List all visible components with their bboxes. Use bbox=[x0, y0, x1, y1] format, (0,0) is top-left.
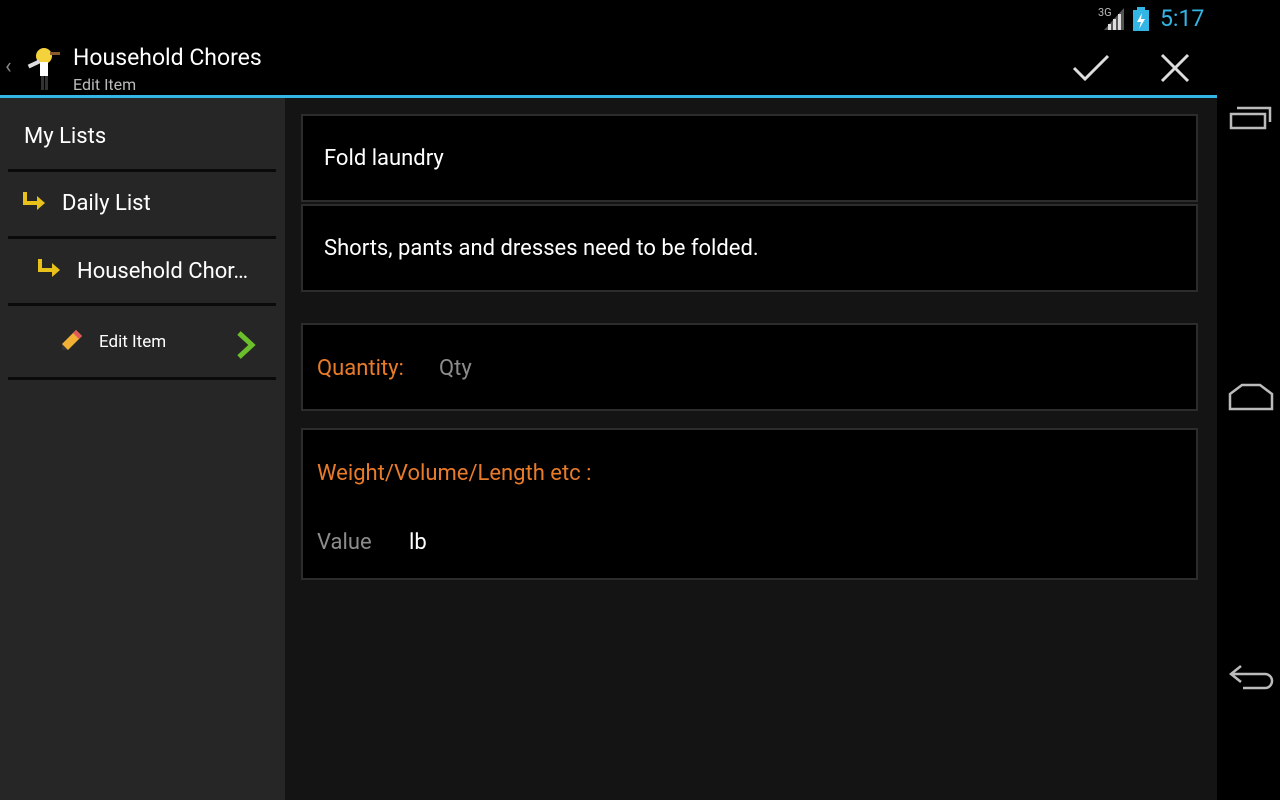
close-icon bbox=[1160, 53, 1190, 83]
up-caret-icon: ‹ bbox=[5, 54, 12, 79]
clock: 5:17 bbox=[1160, 5, 1205, 32]
sidebar-item-label: Daily List bbox=[62, 191, 151, 216]
item-name-value: Fold laundry bbox=[324, 146, 444, 171]
sidebar-item-household-chores[interactable]: Household Chor… bbox=[8, 239, 276, 306]
quantity-placeholder: Qty bbox=[439, 356, 472, 381]
measure-label: Weight/Volume/Length etc : bbox=[317, 461, 592, 486]
checkmark-icon bbox=[1072, 54, 1110, 82]
home-button[interactable] bbox=[1228, 382, 1274, 412]
system-nav-bar bbox=[1217, 0, 1280, 800]
value-placeholder: Value bbox=[317, 530, 372, 555]
page-title: Household Chores bbox=[73, 44, 262, 71]
sidebar-item-daily-list[interactable]: Daily List bbox=[8, 172, 276, 239]
item-notes-value: Shorts, pants and dresses need to be fol… bbox=[324, 236, 759, 261]
action-bar: ‹ Household Chores Edit Item bbox=[0, 38, 1217, 98]
quantity-input[interactable]: Qty bbox=[437, 333, 1177, 403]
unit-value: lb bbox=[409, 530, 427, 555]
app-logo-icon bbox=[27, 48, 60, 90]
sidebar-item-edit-item[interactable]: Edit Item bbox=[8, 306, 276, 380]
quantity-row: Quantity: Qty bbox=[301, 323, 1198, 411]
battery-charging-icon bbox=[1133, 7, 1149, 31]
save-button[interactable] bbox=[1070, 50, 1112, 86]
item-notes-field[interactable]: Shorts, pants and dresses need to be fol… bbox=[301, 204, 1198, 292]
chevron-right-icon bbox=[237, 331, 256, 359]
quantity-label: Quantity: bbox=[317, 356, 404, 381]
sidebar-item-label: Edit Item bbox=[99, 332, 167, 352]
recent-apps-button[interactable] bbox=[1228, 104, 1272, 132]
measure-row: Weight/Volume/Length etc : Value lb bbox=[301, 428, 1198, 580]
page-subtitle: Edit Item bbox=[73, 75, 137, 94]
edit-item-form: Fold laundry Shorts, pants and dresses n… bbox=[285, 98, 1217, 800]
sidebar-item-label: My Lists bbox=[24, 124, 107, 149]
signal-icon bbox=[1104, 8, 1124, 30]
home-up-button[interactable]: ‹ Household Chores Edit Item bbox=[0, 38, 290, 95]
child-arrow-icon bbox=[23, 192, 45, 210]
value-input[interactable]: Value bbox=[311, 516, 391, 572]
cancel-button[interactable] bbox=[1155, 50, 1195, 86]
pencil-icon bbox=[62, 330, 82, 350]
unit-selector[interactable]: lb bbox=[403, 516, 863, 572]
sidebar: My Lists Daily List Household Chor… Edit… bbox=[0, 98, 285, 800]
sidebar-item-label: Household Chor… bbox=[77, 259, 249, 284]
child-arrow-icon bbox=[38, 259, 60, 277]
sidebar-item-my-lists[interactable]: My Lists bbox=[8, 98, 276, 172]
back-button[interactable] bbox=[1227, 660, 1277, 692]
item-name-field[interactable]: Fold laundry bbox=[301, 114, 1198, 202]
status-bar: 3G 5:17 bbox=[0, 0, 1217, 38]
